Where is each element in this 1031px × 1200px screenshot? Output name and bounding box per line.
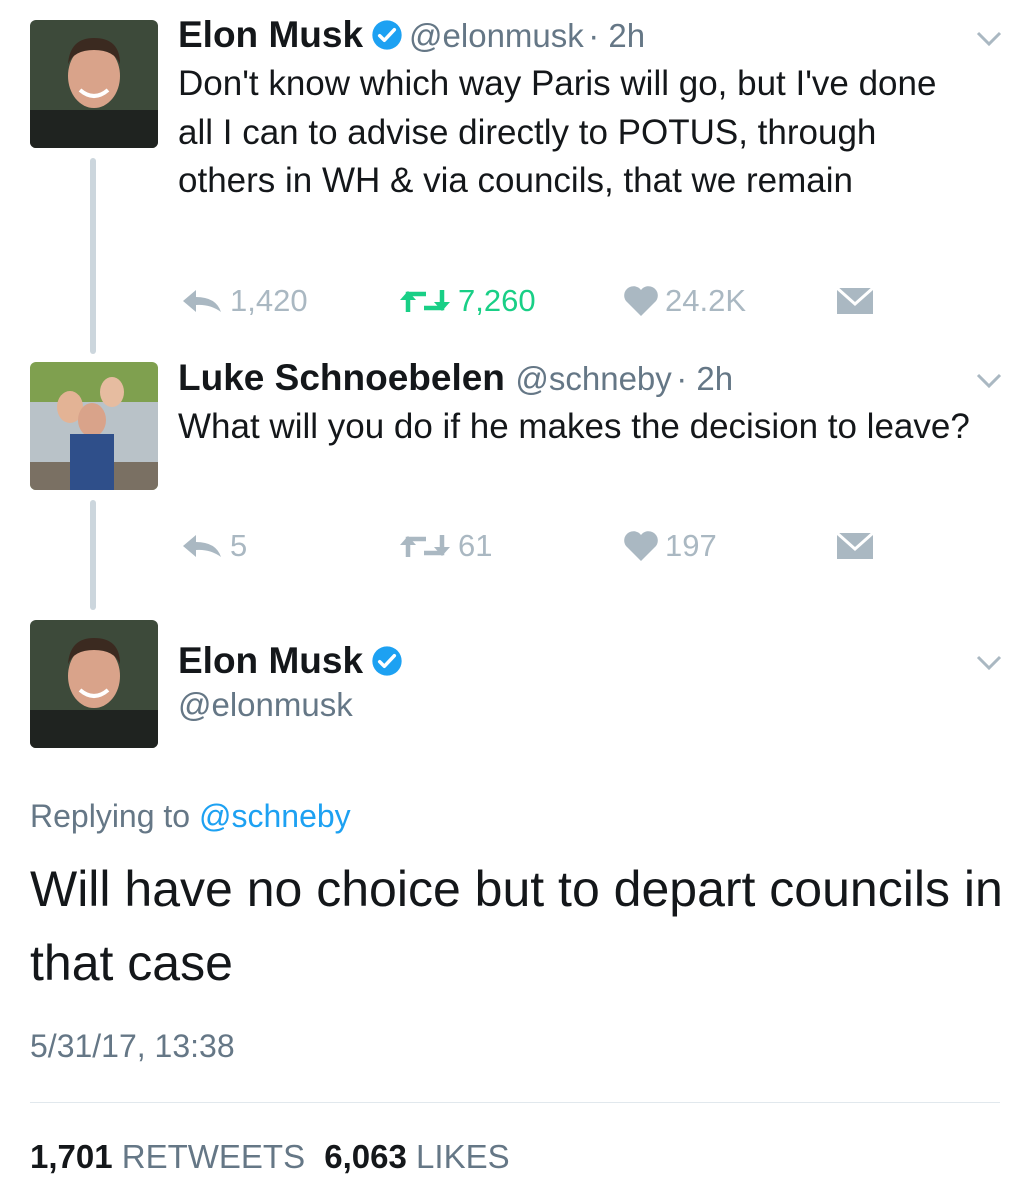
chevron-down-icon[interactable] [975,30,1003,48]
main-author-name-row: Elon Musk [178,640,409,682]
reply-icon [183,535,221,557]
tweet-time: · 2h [588,17,646,54]
tweet-stats: 1,701 RETWEETS 6,063 LIKES [30,1138,510,1176]
reply-button[interactable]: 5 [180,526,247,566]
retweet-button[interactable]: 7,260 [398,281,536,321]
avatar-luke-schnoebelen[interactable] [30,362,158,490]
replying-prefix: Replying to [30,798,191,834]
thread-line [90,158,96,354]
like-count: 24.2K [665,283,747,318]
author-name[interactable]: Luke Schnoebelen [178,357,505,398]
reply-button[interactable]: 1,420 [180,281,308,321]
author-name[interactable]: Elon Musk [178,640,363,681]
retweets-label: RETWEETS [121,1138,306,1175]
tweet-header: Luke Schnoebelen @schneby · 2h [178,357,733,399]
avatar-elon-musk[interactable] [30,620,158,748]
likes-count: 6,063 [324,1138,407,1175]
reply-icon [183,290,221,312]
direct-message-icon[interactable] [835,286,875,316]
chevron-down-icon[interactable] [975,654,1003,672]
heart-icon [624,531,658,561]
retweet-button[interactable]: 61 [398,526,492,566]
reply-count: 5 [230,528,248,563]
reply-count: 1,420 [230,283,308,318]
replying-to-link[interactable]: @schneby [199,798,351,834]
tweet-text: Don't know which way Paris will go, but … [178,64,937,200]
replying-to: Replying to @schneby [30,798,351,835]
tweet-header: Elon Musk @elonmusk · 2h [178,14,645,56]
retweet-icon [400,535,450,557]
author-handle[interactable]: @elonmusk [409,17,584,54]
thread-line [90,500,96,610]
tweet-time: · 2h [676,360,734,397]
like-count: 197 [665,528,717,563]
divider [30,1102,1000,1103]
like-button[interactable]: 24.2K [623,281,746,321]
retweet-count: 7,260 [458,283,536,318]
author-name[interactable]: Elon Musk [178,14,363,55]
author-handle[interactable]: @schneby [515,360,671,397]
direct-message-icon[interactable] [835,531,875,561]
tweet-text: What will you do if he makes the decisio… [178,407,970,446]
retweet-icon [400,290,450,312]
avatar-elon-musk[interactable] [30,20,158,148]
verified-badge-icon [372,646,402,676]
like-button[interactable]: 197 [623,526,717,566]
likes-label: LIKES [416,1138,510,1175]
author-handle[interactable]: @elonmusk [178,686,353,724]
chevron-down-icon[interactable] [975,372,1003,390]
verified-badge-icon [372,20,402,50]
main-tweet-text: Will have no choice but to depart counci… [30,861,1003,991]
retweets-count: 1,701 [30,1138,113,1175]
tweet-timestamp: 5/31/17, 13:38 [30,1028,235,1064]
likes-stat[interactable]: 6,063 LIKES [324,1138,509,1175]
heart-icon [624,286,658,316]
retweet-count: 61 [458,528,493,563]
retweets-stat[interactable]: 1,701 RETWEETS [30,1138,305,1175]
